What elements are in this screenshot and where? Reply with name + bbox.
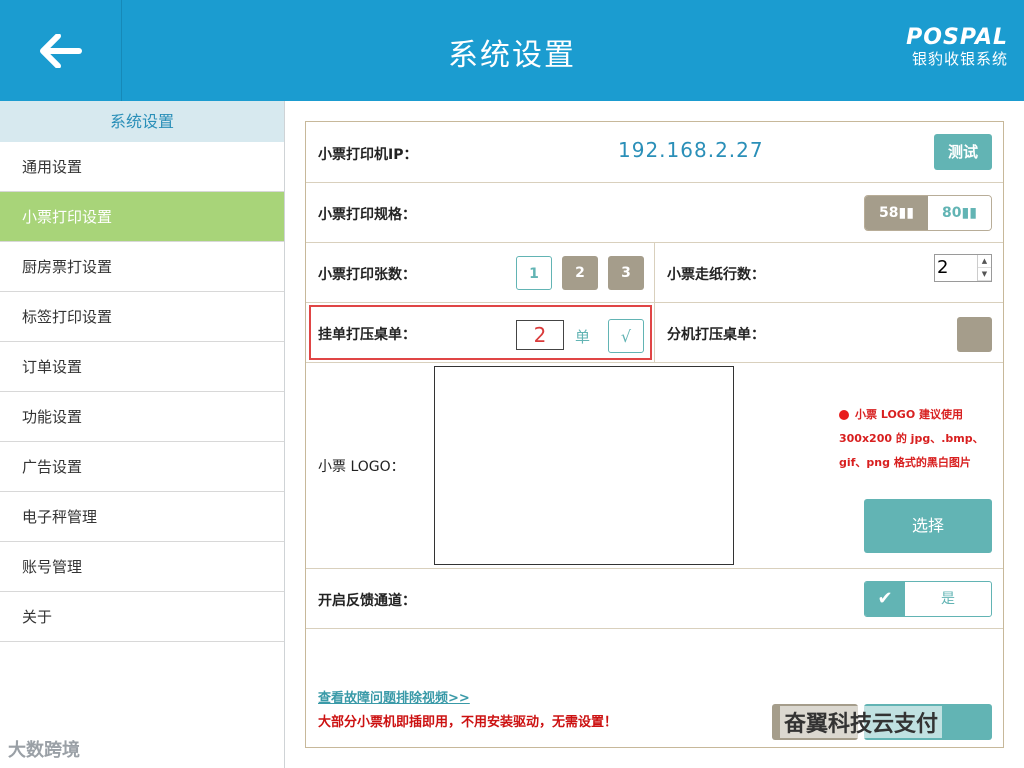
brand-subtitle: 银豹收银系统 [911, 50, 1008, 68]
sidebar-item-kitchen-print[interactable]: 厨房票打设置 [0, 242, 284, 292]
printer-ip-value[interactable]: 192.168.2.27 [618, 138, 764, 162]
sidebar-item-function[interactable]: 功能设置 [0, 392, 284, 442]
sidebar-item-label-print[interactable]: 标签打印设置 [0, 292, 284, 342]
feed-lines-value: 2 [937, 257, 949, 278]
spec-segmented-control: 58▮▮ 80▮▮ [864, 195, 992, 231]
divider [654, 243, 655, 302]
logo-label: 小票 LOGO： [318, 459, 405, 475]
watermark-left: 大数跨境 [8, 740, 80, 761]
copies-option-1[interactable]: 1 [516, 256, 552, 290]
copies-option-2[interactable]: 2 [562, 256, 598, 290]
logo-note: 小票 LOGO 建议使用 300x200 的 jpg、.bmp、 gif、png… [839, 403, 999, 475]
sidebar-heading: 系统设置 [0, 101, 284, 142]
feedback-toggle[interactable]: ✔ 是 [864, 581, 992, 617]
sidebar-item-about[interactable]: 关于 [0, 592, 284, 642]
settings-panel: 小票打印机IP： 192.168.2.27 测试 小票打印规格： 58▮▮ 80… [305, 121, 1004, 748]
test-button[interactable]: 测试 [934, 134, 992, 170]
feed-lines-label: 小票走纸行数： [667, 267, 765, 283]
feedback-label: 开启反馈通道： [318, 593, 416, 609]
driver-notice: 大部分小票机即插即用，不用安装驱动，无需设置！ [318, 715, 618, 730]
highlight-box [309, 305, 652, 360]
brand-name: POSPAL [906, 25, 1008, 50]
sidebar-item-scale[interactable]: 电子秤管理 [0, 492, 284, 542]
logo-row: 小票 LOGO： 小票 LOGO 建议使用 300x200 的 jpg、.bmp… [306, 363, 1003, 569]
select-logo-button[interactable]: 选择 [864, 499, 992, 553]
feed-lines-stepper[interactable]: 2 ▲ ▼ [934, 254, 992, 282]
copies-row: 小票打印张数： 1 2 3 小票走纸行数： 2 ▲ ▼ [306, 243, 1003, 303]
brand-logo: POSPAL 银豹收银系统 [906, 25, 1008, 69]
troubleshoot-video-link[interactable]: 查看故障问题排除视频>> [318, 687, 470, 706]
split-print-label: 分机打压桌单： [667, 327, 765, 343]
feedback-row: 开启反馈通道： ✔ 是 [306, 569, 1003, 629]
red-dot-icon [839, 410, 849, 420]
check-icon: ✔ [865, 582, 905, 616]
copies-label: 小票打印张数： [318, 267, 416, 283]
divider [654, 303, 655, 362]
feedback-toggle-text: 是 [941, 591, 955, 607]
sidebar-item-ads[interactable]: 广告设置 [0, 442, 284, 492]
sidebar: 系统设置 通用设置 小票打印设置 厨房票打设置 标签打印设置 订单设置 功能设置… [0, 101, 285, 768]
page-title: 系统设置 [448, 38, 576, 73]
logo-preview[interactable] [434, 366, 734, 565]
sidebar-item-general[interactable]: 通用设置 [0, 142, 284, 192]
split-print-checkbox[interactable] [957, 317, 992, 352]
printer-ip-label: 小票打印机IP： [318, 147, 418, 163]
spec-58-option[interactable]: 58▮▮ [865, 196, 928, 230]
copies-option-3[interactable]: 3 [608, 256, 644, 290]
sidebar-item-order[interactable]: 订单设置 [0, 342, 284, 392]
spec-80-option[interactable]: 80▮▮ [928, 196, 991, 230]
top-bar: 系统设置 POSPAL 银豹收银系统 [0, 0, 1024, 101]
decrement-arrow-icon[interactable]: ▼ [978, 268, 991, 281]
spec-row: 小票打印规格： 58▮▮ 80▮▮ [306, 183, 1003, 243]
printer-ip-row: 小票打印机IP： 192.168.2.27 测试 [306, 122, 1003, 183]
spec-label: 小票打印规格： [318, 207, 416, 223]
logo-note-line-1: 小票 LOGO 建议使用 [855, 408, 964, 421]
logo-note-line-3: gif、png 格式的黑白图片 [839, 456, 971, 469]
watermark-right: 奋翼科技云支付 [780, 706, 943, 738]
sidebar-item-account[interactable]: 账号管理 [0, 542, 284, 592]
stepper-arrows: ▲ ▼ [977, 255, 991, 281]
increment-arrow-icon[interactable]: ▲ [978, 255, 991, 268]
logo-note-line-2: 300x200 的 jpg、.bmp、 [839, 432, 984, 445]
sidebar-item-receipt-print[interactable]: 小票打印设置 [0, 192, 284, 242]
